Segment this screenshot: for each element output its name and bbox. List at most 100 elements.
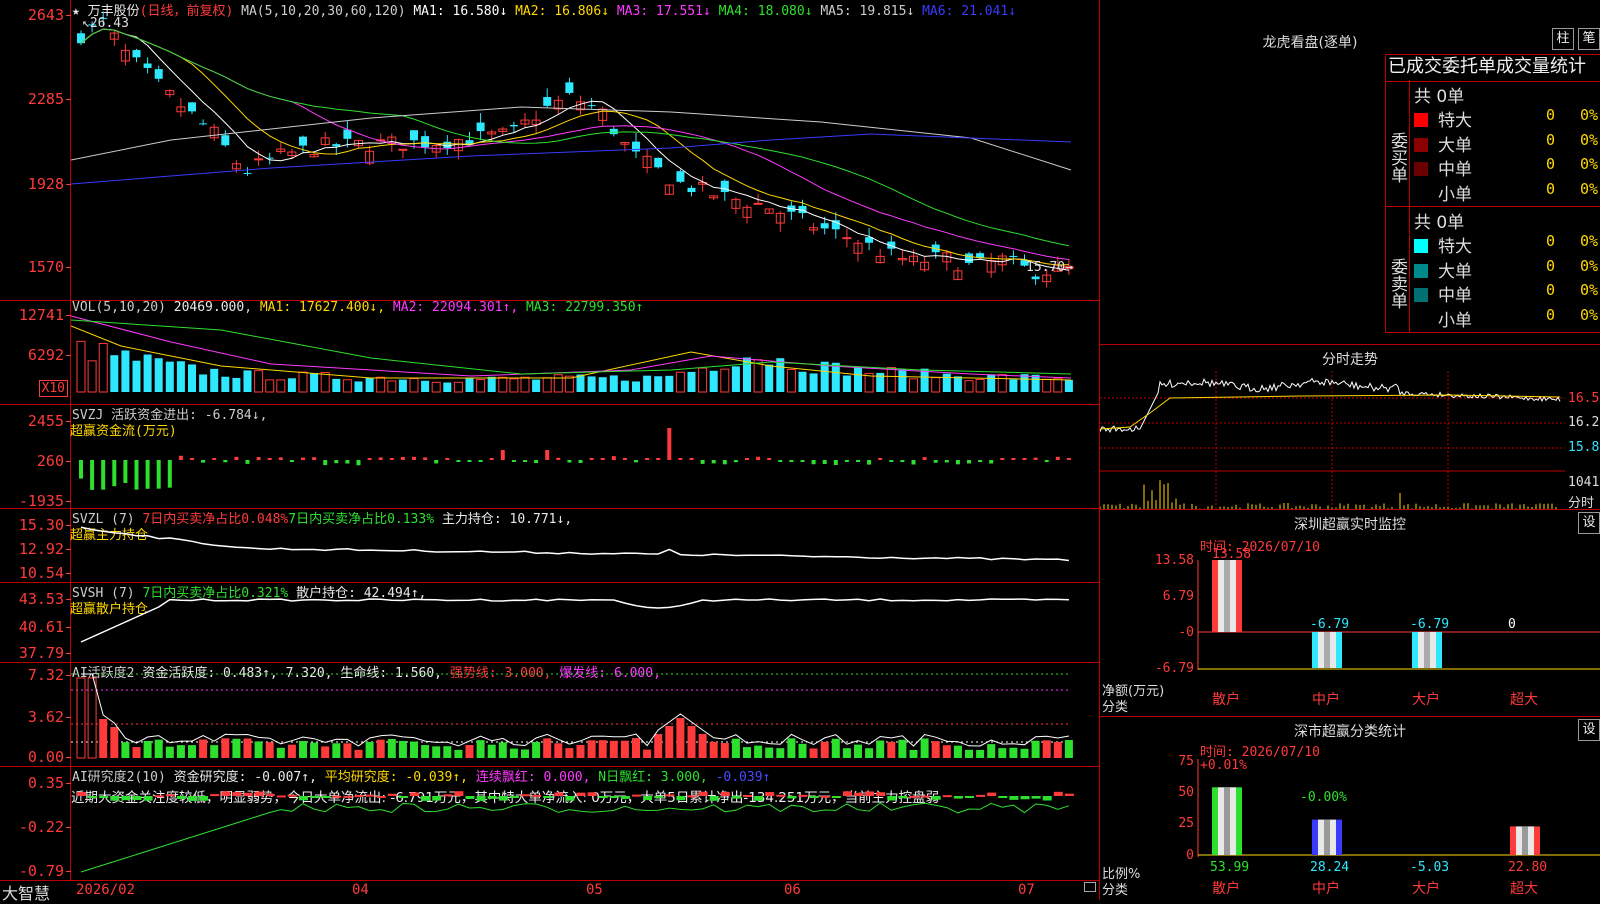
volume-bar xyxy=(154,358,163,392)
fund-flow-bar xyxy=(667,428,672,460)
activity-bar xyxy=(398,740,407,758)
activity-bar xyxy=(1020,748,1029,758)
research-bar xyxy=(809,796,819,798)
ai-research-panel[interactable]: 0.35 -0.22 -0.79 AI研究度2(10) 资金研究度: -0.00… xyxy=(0,766,1099,881)
volume-bar xyxy=(997,374,1007,393)
date-label: 05 xyxy=(586,882,603,898)
svsh-chart[interactable] xyxy=(71,582,1099,662)
fund-flow-bar xyxy=(1011,458,1016,460)
tick-mode-button[interactable]: 笔 xyxy=(1578,28,1600,50)
research-bar xyxy=(909,795,919,798)
candle-down xyxy=(476,122,485,132)
stats-chart[interactable]: 75 50 25 0 53.99 散户 28.24 中户 -5.03 大户 22.80 超大 +0.01… xyxy=(1100,717,1600,900)
candle-down xyxy=(188,102,196,112)
monitor-chart[interactable]: 13.58 6.79 -0 -6.79 13.58 散户 -6.79 中户 -6.79 大户 0 超大 xyxy=(1100,510,1600,716)
research-bar xyxy=(820,795,830,798)
activity-bar xyxy=(188,745,196,758)
fund-flow-bar xyxy=(489,457,494,460)
candle-up xyxy=(753,202,763,205)
research-bar xyxy=(165,794,175,797)
volume-bar xyxy=(110,355,119,392)
svzj-chart[interactable] xyxy=(71,404,1099,508)
buy-order-block: 委买单 共 0单 特大 0 0% 大单 0 0% 中单 0 0% 小单 0 0% xyxy=(1385,80,1600,207)
fund-flow-bar xyxy=(589,458,594,460)
order-row: 小单 0 0% xyxy=(1412,306,1600,331)
order-stats-tabs[interactable]: 已成交委托单成交量统计 xyxy=(1385,54,1600,82)
research-bar xyxy=(987,792,997,796)
monitor-category-label: 大户 xyxy=(1412,691,1440,708)
research-bar xyxy=(498,796,508,801)
activity-bar xyxy=(798,743,807,758)
lock-icon[interactable] xyxy=(1084,882,1096,892)
stats-y-label: 75 xyxy=(1178,754,1194,769)
activity-bar xyxy=(565,748,574,758)
volume-bar xyxy=(786,369,796,393)
svzj-panel[interactable]: 2455 260 -1935 SVZJ 活跃资金进出: -6.784↓, 超赢资… xyxy=(0,404,1099,510)
activity-bar xyxy=(609,740,618,758)
fund-flow-bar xyxy=(256,457,261,460)
monitor-category-label: 散户 xyxy=(1212,691,1240,708)
research-bar xyxy=(310,796,320,798)
volume-bar xyxy=(332,378,341,392)
volume-bar xyxy=(576,374,585,392)
research-bar xyxy=(776,794,786,797)
price-label: 1928 xyxy=(27,175,72,193)
research-bar xyxy=(199,796,209,801)
main-position-line xyxy=(80,526,1069,562)
svsh-panel[interactable]: 43.53 40.61 37.79 SVSH (7) 7日内买卖净占比0.321… xyxy=(0,582,1099,663)
activity-bar xyxy=(787,738,796,758)
ai-activity-label: 7.32 xyxy=(27,666,72,684)
volume-bar xyxy=(310,373,319,392)
research-bar xyxy=(676,796,686,801)
research-bar xyxy=(132,796,142,801)
order-count: 0 xyxy=(1546,281,1556,299)
stats-top-label: -0.00% xyxy=(1300,790,1347,805)
activity-bar xyxy=(598,740,607,758)
bar-mode-button[interactable]: 柱 xyxy=(1552,28,1574,50)
candle-down xyxy=(132,50,141,58)
fund-flow-bar xyxy=(656,458,661,460)
volume-bar xyxy=(776,358,785,392)
svsh-label: 43.53 xyxy=(18,590,72,608)
ai-research-chart[interactable] xyxy=(71,766,1099,880)
ai-activity-panel[interactable]: 7.32 3.62 0.00 AI活跃度2 资金活跃度: 0.483↑, 7.3… xyxy=(0,662,1099,767)
fund-flow-bar xyxy=(212,458,217,460)
fund-flow-bar xyxy=(700,460,705,464)
research-bar xyxy=(765,792,775,796)
fund-flow-bar xyxy=(844,460,849,462)
volume-bar xyxy=(320,371,330,393)
activity-bar xyxy=(310,742,319,758)
svzl-chart[interactable] xyxy=(71,508,1099,582)
volume-bar xyxy=(931,377,941,393)
research-bar xyxy=(942,795,952,798)
ma1-line xyxy=(80,28,1069,271)
longhu-panel[interactable]: 龙虎看盘(逐单) 柱 笔 已成交委托单成交量统计 委买单 共 0单 特大 0 0% 大… xyxy=(1099,0,1600,345)
activity-bar xyxy=(321,746,330,758)
kline-chart[interactable] xyxy=(71,0,1099,300)
volume-bar xyxy=(1064,379,1073,392)
candle-down xyxy=(443,141,452,149)
order-pct: 0% xyxy=(1580,232,1599,250)
volume-chart[interactable] xyxy=(71,300,1099,404)
order-row: 大单 0 0% xyxy=(1412,131,1600,156)
volume-bar xyxy=(920,368,929,392)
monitor-y-label: 6.79 xyxy=(1163,589,1194,604)
activity-bar xyxy=(831,738,840,758)
stats-category-label: 大户 xyxy=(1412,880,1440,897)
activity-line xyxy=(81,673,1069,747)
category-stats-panel[interactable]: 深市超赢分类统计 设 时间: 2026/07/10 比例% 分类 75 50 25 0… xyxy=(1099,717,1600,900)
activity-bar xyxy=(110,727,119,758)
realtime-monitor-panel[interactable]: 深圳超赢实时监控 设 时间: 2026/07/10 净额(万元) 分类 13.5… xyxy=(1099,510,1600,717)
ai-activity-chart[interactable] xyxy=(71,662,1099,766)
intraday-panel[interactable]: 分时走势 16.58 16.20 15.84 1041 分时 xyxy=(1099,345,1600,511)
retail-position-line xyxy=(80,598,1069,643)
fund-flow-bar xyxy=(245,460,250,464)
volume-panel[interactable]: 12741 6292 X10 VOL(5,10,20) 20469.000, M… xyxy=(0,300,1099,405)
kline-panel[interactable]: 2643 2285 1928 1570 ★ 万丰股份(日线，前复权) MA(5,… xyxy=(0,0,1099,301)
volume-bar xyxy=(342,379,352,393)
fund-flow-bar xyxy=(611,456,616,460)
research-bar xyxy=(121,796,131,801)
svzl-panel[interactable]: 15.30 12.92 10.54 SVZL (7) 7日内买卖净占比0.048… xyxy=(0,508,1099,583)
longhu-title: 龙虎看盘(逐单) xyxy=(1262,35,1358,51)
intraday-chart[interactable] xyxy=(1100,371,1565,509)
